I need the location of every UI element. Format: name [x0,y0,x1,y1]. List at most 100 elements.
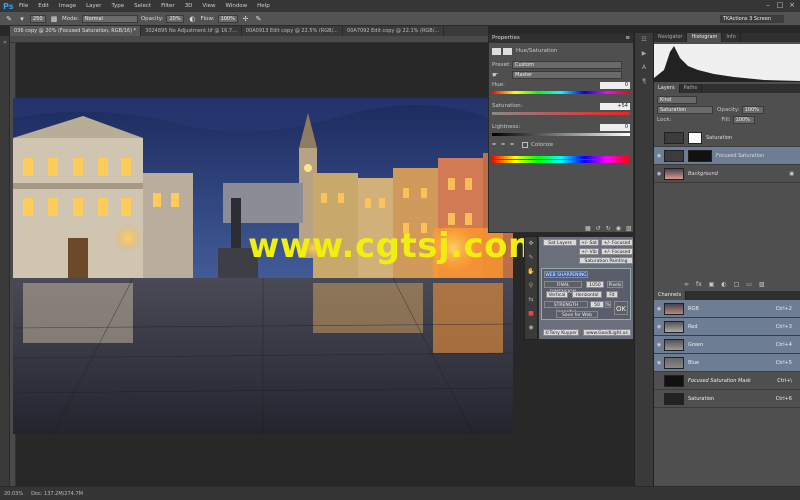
tab-properties[interactable]: Properties [492,35,520,42]
add-mask-icon[interactable]: ▣ [709,281,715,288]
menu-view[interactable]: View [202,3,215,9]
flow-field[interactable]: 100% [217,14,238,23]
history-icon[interactable]: ☷ [635,33,653,47]
lightness-slider[interactable] [492,133,630,136]
visibility-icon[interactable]: ◉ [616,225,621,232]
vertical-radio[interactable]: Vertical [546,291,568,298]
channel-row[interactable]: ◉ Red Ctrl+3 [654,318,800,336]
swap-icon[interactable]: ⇆ [525,293,537,307]
saturation-painting-button[interactable]: Saturation Painting [579,257,633,264]
eye-icon[interactable]: ◉ [654,342,664,348]
channel-row[interactable]: ◉ RGB Ctrl+2 [654,300,800,318]
link-icon[interactable]: ∞ [684,281,689,288]
eye-icon[interactable]: ◉ [654,171,664,177]
layer-opacity-field[interactable]: 100% [741,106,764,114]
previous-state-icon[interactable]: ↺ [596,225,601,232]
layer-row[interactable]: Saturation [654,129,800,147]
eye-icon[interactable]: ◉ [654,324,664,330]
brush-panel-icon[interactable]: ▩ [49,14,59,24]
panel-menu-icon[interactable]: ≡ [625,35,630,42]
brush-icon[interactable]: ✎ [525,251,537,265]
strength-input[interactable]: 50 [590,301,604,308]
colorize-checkbox[interactable] [522,142,528,148]
menu-filter[interactable]: Filter [161,3,175,9]
tab-layers[interactable]: Layers [654,84,680,93]
opacity-field[interactable]: 20% [166,14,185,23]
new-layer-icon[interactable]: ▭ [746,281,752,288]
tab-channels[interactable]: Channels [654,291,687,300]
menu-help[interactable]: Help [257,3,270,9]
paragraph-icon[interactable]: A [635,61,653,75]
eye-icon[interactable]: ◉ [654,306,664,312]
new-group-icon[interactable]: □ [734,281,740,288]
tab-info[interactable]: Info [722,33,741,42]
foreground-color-icon[interactable]: ■ [525,307,537,321]
sat-layers-button[interactable]: Sat Layers [543,239,577,246]
menu-file[interactable]: File [19,3,28,9]
minimize-icon[interactable]: – [763,1,773,10]
zoom-icon[interactable]: ⚲ [525,279,537,293]
preset-select[interactable]: Custom [512,61,622,69]
menu-edit[interactable]: Edit [38,3,49,9]
fit-radio[interactable]: Fit [606,291,618,298]
layer-row[interactable]: ◉ Background ▣ [654,165,800,183]
tab-document-1[interactable]: 036 copy @ 20% (Focused Saturation, RGB/… [10,26,142,36]
kind-filter-select[interactable]: Kind [657,96,697,104]
brush-tool-icon[interactable]: ✎ [4,14,14,24]
brush-size-field[interactable]: 250 [30,14,46,23]
channel-row[interactable]: ◉ Blue Ctrl+5 [654,354,800,372]
document-image[interactable] [13,98,513,434]
eye-icon[interactable]: ◉ [654,153,664,159]
website-button[interactable]: www.GoodLight.us [583,329,631,336]
fx-icon[interactable]: fx [696,281,702,288]
trash-icon[interactable]: ▧ [626,225,632,232]
saturation-slider[interactable] [492,112,630,115]
tab-document-2[interactable]: 3024895 No Adjustment.tif @ 16.7... [141,26,242,36]
tab-navigator[interactable]: Navigator [654,33,688,42]
hue-slider[interactable] [492,91,630,94]
pressure-opacity-icon[interactable]: ◐ [187,14,197,24]
hand-target-icon[interactable]: ☛ [492,71,512,79]
airbrush-icon[interactable]: ✢ [241,14,251,24]
ok-button[interactable]: OK [614,301,628,315]
sat-plus-button[interactable]: +/- Sat [579,239,599,246]
focused-sat-button[interactable]: +/- Focused Sat [601,239,633,253]
save-for-web-button[interactable]: Save for Web [556,311,598,318]
menu-select[interactable]: Select [134,3,151,9]
new-adjustment-icon[interactable]: ◐ [721,281,726,288]
collapse-icon[interactable]: » [0,36,10,50]
lightness-field[interactable]: 0 [600,123,630,131]
clip-icon[interactable]: ▦ [585,225,591,232]
eyedropper-plus-icon[interactable]: ✒ [501,142,510,148]
eye-icon[interactable]: ◉ [654,360,664,366]
focused-vib-button[interactable]: +/- Focused Vib [601,248,633,262]
menu-window[interactable]: Window [225,3,247,9]
menu-layer[interactable]: Layer [86,3,101,9]
eyedropper-minus-icon[interactable]: ✒ [510,142,522,148]
channel-select[interactable]: Master [512,71,622,79]
mask-icon[interactable] [503,47,512,55]
channel-row[interactable]: ◉ Green Ctrl+4 [654,336,800,354]
tab-document-3[interactable]: 00A0913 Edit copy @ 22.5% (RGB/... [242,26,344,36]
credit-button[interactable]: ©Tony Kuyper [543,329,579,336]
maximize-icon[interactable]: □ [775,1,785,10]
menu-type[interactable]: Type [111,3,124,9]
hand-icon[interactable]: ✋ [525,265,537,279]
character-icon[interactable]: ¶ [635,75,653,89]
zoom-level[interactable]: 20.03% [4,491,23,497]
pressure-size-icon[interactable]: ✎ [254,14,264,24]
fill-field[interactable]: 100% [732,116,755,124]
blend-mode-select[interactable]: Saturation [657,106,713,114]
quickmask-icon[interactable]: ◉ [525,321,537,335]
hue-field[interactable]: 0 [600,81,630,89]
trash-icon[interactable]: ▧ [759,281,765,288]
channel-row[interactable]: Saturation Ctrl+6 [654,390,800,408]
mode-select[interactable]: Normal [81,14,138,23]
tab-document-4[interactable]: 00A7092 Edit copy @ 22.1% (RGB/... [343,26,445,36]
close-icon[interactable]: × [787,1,797,10]
tab-paths[interactable]: Paths [680,84,703,93]
channel-row[interactable]: Focused Saturation Mask Ctrl+\ [654,372,800,390]
layer-row-selected[interactable]: ◉ Focused Saturation [654,147,800,165]
chevron-down-icon[interactable]: ▾ [17,14,27,24]
workspace-select[interactable]: TKActions 3 Screen [720,14,784,23]
